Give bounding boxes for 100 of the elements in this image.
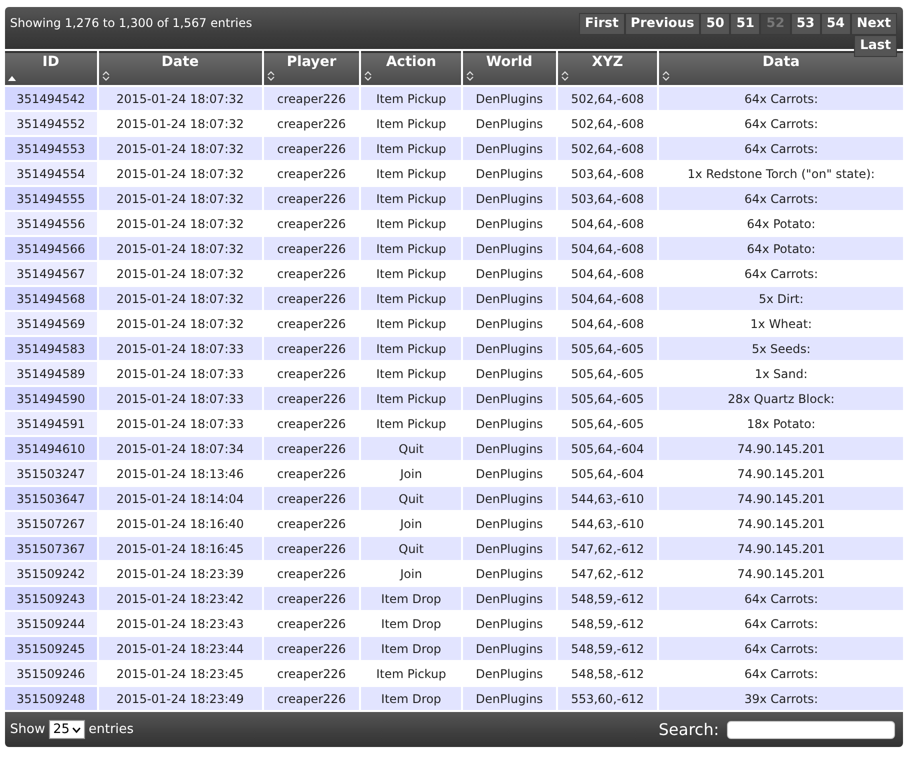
search-label: Search: [658,720,719,739]
table-cell: 351509245 [5,637,97,660]
table-cell: DenPlugins [463,237,556,260]
table-cell: Item Drop [361,637,462,660]
table-cell: Item Pickup [361,387,462,410]
table-cell: Quit [361,437,462,460]
table-cell: 351494566 [5,237,97,260]
page-button[interactable]: 51 [730,13,760,35]
table-cell: creaper226 [264,587,360,610]
entries-select[interactable]: 25 [49,720,85,739]
table-cell: 351507267 [5,512,97,535]
column-label: ID [41,55,60,70]
column-header[interactable]: Action [361,51,462,85]
table-cell: 505,64,-605 [558,337,658,360]
table-cell: creaper226 [264,637,360,660]
page-button[interactable]: 54 [820,13,851,35]
table-cell: 548,59,-612 [558,587,658,610]
table-cell: 544,63,-610 [558,487,658,510]
table-cell: 502,64,-608 [558,137,658,160]
table-cell: DenPlugins [463,387,556,410]
page-button[interactable]: 53 [790,13,821,35]
column-label: XYZ [590,55,624,70]
table-cell: DenPlugins [463,287,556,310]
table-cell: Item Drop [361,687,462,710]
table-cell: creaper226 [264,137,360,160]
table-cell: 5x Dirt: [659,287,903,310]
table-cell: 351494552 [5,112,97,135]
table-cell: 64x Carrots: [659,137,903,160]
sort-ascending-icon [8,76,16,81]
table-cell: 2015-01-24 18:16:45 [98,537,262,560]
table-cell: creaper226 [264,487,360,510]
table-cell: 64x Carrots: [659,587,903,610]
table-cell: Item Pickup [361,237,462,260]
entries-info: Showing 1,276 to 1,300 of 1,567 entries [10,16,252,32]
table-cell: creaper226 [264,537,360,560]
table-cell: DenPlugins [463,87,556,110]
table-cell: 64x Carrots: [659,187,903,210]
column-header[interactable]: Player [264,51,360,85]
table-cell: 351494556 [5,212,97,235]
table-cell: DenPlugins [463,187,556,210]
table-cell: Quit [361,487,462,510]
table-cell: 39x Carrots: [659,687,903,710]
table-cell: 5x Seeds: [659,337,903,360]
table-cell: 351494590 [5,387,97,410]
search-field[interactable] [727,720,895,738]
table-cell: DenPlugins [463,137,556,160]
table-cell: 351494542 [5,87,97,110]
table-cell: DenPlugins [463,637,556,660]
table-cell: DenPlugins [463,337,556,360]
table-cell: Item Pickup [361,87,462,110]
table-cell: 2015-01-24 18:14:04 [98,487,262,510]
table-cell: 351494569 [5,312,97,335]
table-cell: Item Drop [361,587,462,610]
column-header[interactable]: XYZ [558,51,658,85]
table-cell: DenPlugins [463,537,556,560]
table-cell: 2015-01-24 18:07:33 [98,387,262,410]
table-cell: creaper226 [264,687,360,710]
table-cell: 548,59,-612 [558,637,658,660]
table-cell: 505,64,-604 [558,437,658,460]
page-button[interactable]: 50 [700,13,730,35]
column-header[interactable]: Data [659,51,903,85]
column-label: Date [160,55,200,70]
table-cell: Item Pickup [361,187,462,210]
sort-icon [102,71,110,81]
page-button[interactable]: Next [850,13,897,35]
page-button[interactable]: Last [854,35,897,57]
table-cell: creaper226 [264,387,360,410]
sort-icon [364,71,372,81]
table-cell: 2015-01-24 18:07:32 [98,87,262,110]
column-label: Data [762,55,801,70]
table-cell: DenPlugins [463,437,556,460]
sort-icon [662,71,670,81]
table-cell: 504,64,-608 [558,287,658,310]
table-cell: creaper226 [264,87,360,110]
table-cell: 2015-01-24 18:07:33 [98,337,262,360]
column-header[interactable]: World [463,51,556,85]
table-cell: 2015-01-24 18:07:32 [98,287,262,310]
table-cell: Item Pickup [361,337,462,360]
table-cell: 351494555 [5,187,97,210]
table-cell: 351494567 [5,262,97,285]
column-header[interactable]: ID [5,51,97,85]
table-cell: 351494554 [5,162,97,185]
sort-icon [466,71,474,81]
table-cell: creaper226 [264,237,360,260]
column-header[interactable]: Date [98,51,262,85]
page-button[interactable]: Previous [624,13,700,35]
table-cell: 351509242 [5,562,97,585]
table-cell: 2015-01-24 18:23:49 [98,687,262,710]
table-cell: 351503647 [5,487,97,510]
entries-label: entries [88,722,134,737]
chevron-down-icon [72,726,81,732]
table-cell: 351509246 [5,662,97,685]
column-label: World [485,55,534,70]
table-cell: creaper226 [264,437,360,460]
table-cell: 547,62,-612 [558,537,658,560]
table-cell: 2015-01-24 18:07:32 [98,237,262,260]
table-cell: 351494610 [5,437,97,460]
table-cell: creaper226 [264,187,360,210]
table-cell: 64x Potato: [659,237,903,260]
page-button[interactable]: First [578,13,625,35]
